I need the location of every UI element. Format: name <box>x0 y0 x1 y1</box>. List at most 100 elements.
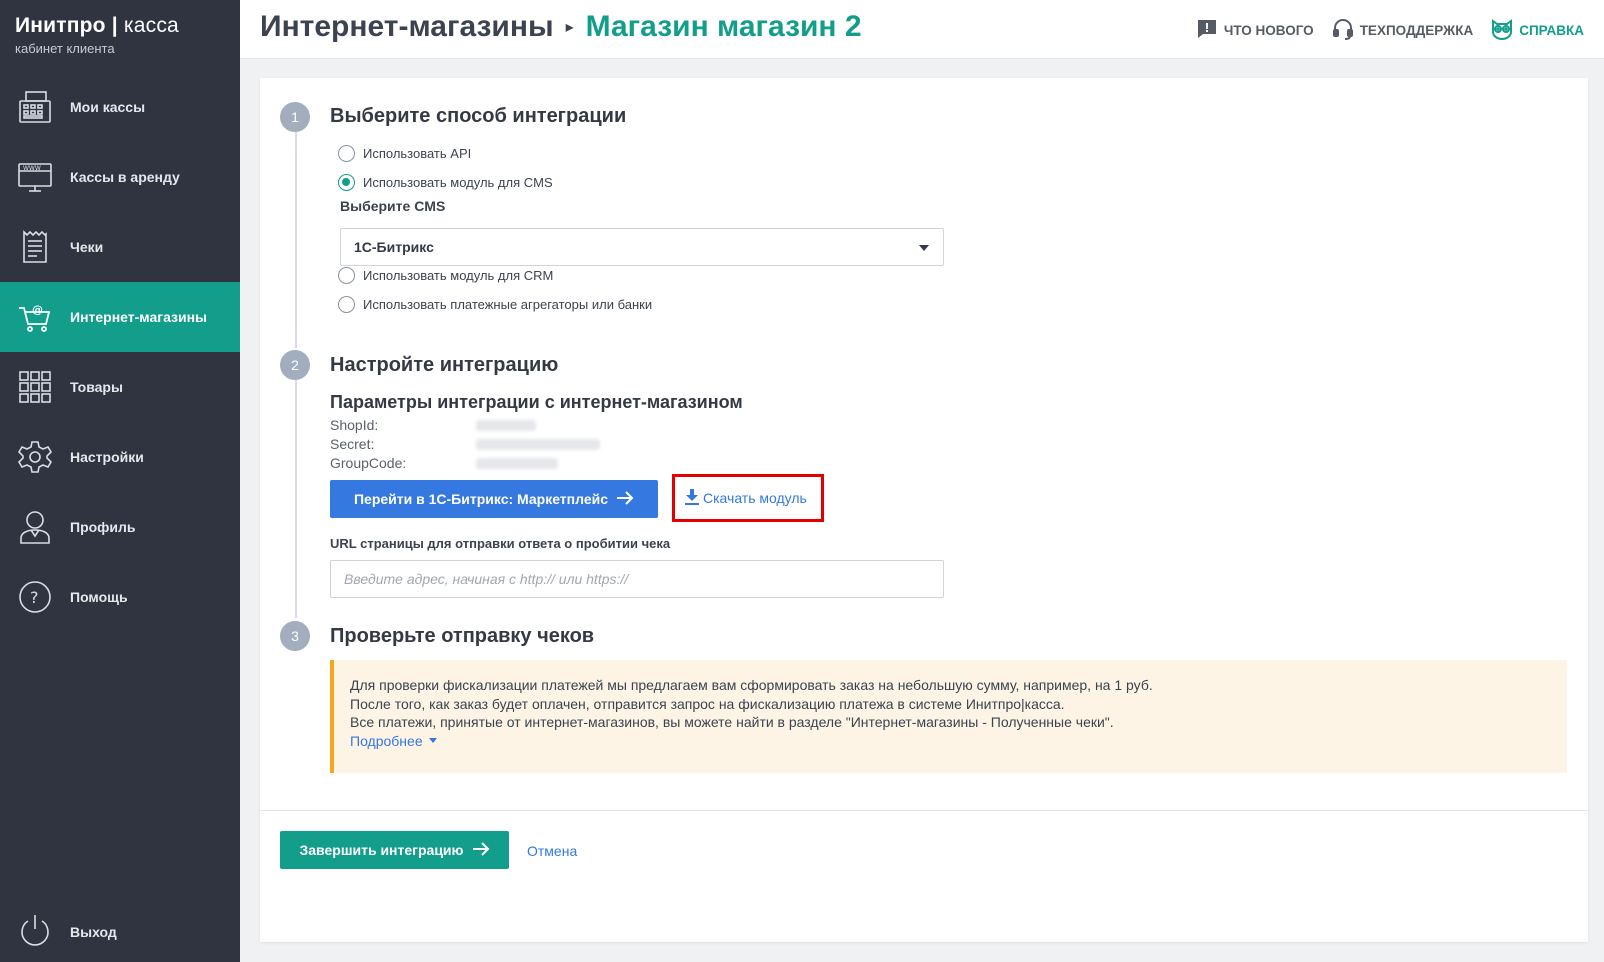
brand-logo[interactable]: Инитпро | касса кабинет клиента <box>15 14 179 56</box>
page-title: Магазин магазин 2 <box>585 10 862 43</box>
radio-button[interactable] <box>338 296 355 313</box>
sidebar-nav: Мои кассы WWW Кассы в аренду Чеки @ Инте… <box>0 72 240 632</box>
radio-button[interactable] <box>338 145 355 162</box>
radio-use-api[interactable]: Использовать API <box>338 145 471 162</box>
radio-button[interactable] <box>338 267 355 284</box>
sidebar-item-internet-shops[interactable]: @ Интернет-магазины <box>0 282 240 352</box>
sidebar-item-label: Профиль <box>70 519 136 535</box>
marketplace-button-label: Перейти в 1С-Битрикс: Маркетплейс <box>353 491 609 507</box>
user-icon <box>17 509 53 545</box>
sidebar-item-receipts[interactable]: Чеки <box>0 212 240 282</box>
headset-icon <box>1332 18 1354 43</box>
sidebar-item-label: Мои кассы <box>70 99 146 115</box>
fiscalization-notice: Для проверки фискализации платежей мы пр… <box>330 660 1567 773</box>
callback-url-placeholder: Введите адрес, начиная с http:// или htt… <box>344 571 629 587</box>
notice-line: После того, как заказ будет оплачен, отп… <box>350 695 1065 712</box>
step-1-number: 1 <box>280 102 310 132</box>
sidebar: Инитпро | касса кабинет клиента Мои касс… <box>0 0 240 962</box>
groupcode-label: GroupCode: <box>330 455 407 471</box>
step-3-number: 3 <box>280 621 310 651</box>
callback-url-input[interactable]: Введите адрес, начиная с http:// или htt… <box>330 560 944 598</box>
help-label: СПРАВКА <box>1519 23 1584 38</box>
breadcrumb: Интернет-магазины ▸ Магазин магазин 2 <box>260 10 862 44</box>
secret-label: Secret: <box>330 436 375 452</box>
sidebar-item-profile[interactable]: Профиль <box>0 492 240 562</box>
breadcrumb-separator-icon: ▸ <box>565 19 574 36</box>
radio-use-crm[interactable]: Использовать модуль для CRM <box>338 267 553 284</box>
sidebar-item-label: Настройки <box>70 449 144 465</box>
step-connector <box>295 380 297 618</box>
sidebar-item-label: Интернет-магазины <box>70 309 208 325</box>
sidebar-item-label: Товары <box>70 379 123 395</box>
announcement-icon <box>1196 18 1218 43</box>
cancel-link[interactable]: Отмена <box>527 843 577 859</box>
cash-register-icon <box>17 89 53 125</box>
more-details-link[interactable]: Подробнее <box>350 732 437 751</box>
arrow-right-icon <box>472 841 490 859</box>
step-2-number: 2 <box>280 350 310 380</box>
download-icon <box>685 488 699 508</box>
more-details-label: Подробнее <box>350 732 423 749</box>
cms-select-label: Выберите CMS <box>340 198 446 214</box>
sidebar-item-label: Кассы в аренду <box>70 169 180 185</box>
whats-new-label: ЧТО НОВОГО <box>1223 23 1314 38</box>
notice-line: Все платежи, принятые от интернет-магази… <box>350 714 1114 730</box>
svg-text:WWW: WWW <box>23 165 41 172</box>
svg-text:?: ? <box>30 588 39 607</box>
help-link[interactable]: СПРАВКА <box>1491 18 1584 43</box>
shopid-value-redacted <box>476 420 536 431</box>
radio-button-checked[interactable] <box>338 174 355 191</box>
radio-use-cms[interactable]: Использовать модуль для CMS <box>338 174 553 191</box>
cart-at-icon: @ <box>17 299 53 335</box>
svg-text:@: @ <box>32 303 43 316</box>
integration-params-title: Параметры интеграции с интернет-магазино… <box>330 392 743 412</box>
marketplace-button[interactable]: Перейти в 1С-Битрикс: Маркетплейс <box>330 480 658 518</box>
step-connector <box>295 132 297 348</box>
integration-card: 1 Выберите способ интеграции Использоват… <box>260 78 1588 942</box>
radio-label: Использовать модуль для CMS <box>363 175 553 190</box>
page-header: Интернет-магазины ▸ Магазин магазин 2 ЧТ… <box>240 0 1604 59</box>
www-monitor-icon: WWW <box>17 159 53 195</box>
radio-use-aggregators[interactable]: Использовать платежные агрегаторы или ба… <box>338 296 652 313</box>
sidebar-item-rent[interactable]: WWW Кассы в аренду <box>0 142 240 212</box>
sidebar-item-label: Помощь <box>70 589 128 605</box>
radio-label: Использовать API <box>363 146 472 161</box>
download-module-link[interactable]: Скачать модуль <box>672 474 824 522</box>
finish-integration-button[interactable]: Завершить интеграцию <box>280 831 509 869</box>
groupcode-value-redacted <box>476 458 558 469</box>
callback-url-label: URL страницы для отправки ответа о проби… <box>330 536 671 551</box>
help-icon: ? <box>17 579 53 615</box>
caret-down-icon <box>428 738 437 744</box>
top-links: ЧТО НОВОГО ТЕХПОДДЕРЖКА СПРАВКА <box>1196 18 1584 43</box>
brand-subtitle: кабинет клиента <box>15 41 115 56</box>
step-2-title: Настройте интеграцию <box>330 354 559 376</box>
radio-label: Использовать модуль для CRM <box>363 268 554 283</box>
support-label: ТЕХПОДДЕРЖКА <box>1359 23 1474 38</box>
sidebar-item-settings[interactable]: Настройки <box>0 422 240 492</box>
radio-label: Использовать платежные агрегаторы или ба… <box>363 297 653 312</box>
power-icon <box>17 912 53 953</box>
shopid-label: ShopId: <box>330 417 379 433</box>
breadcrumb-parent[interactable]: Интернет-магазины <box>260 10 554 44</box>
download-module-label: Скачать модуль <box>703 490 807 506</box>
chevron-down-icon <box>919 245 929 251</box>
sidebar-item-help[interactable]: ? Помощь <box>0 562 240 632</box>
sidebar-item-my-kassy[interactable]: Мои кассы <box>0 72 240 142</box>
sidebar-item-goods[interactable]: Товары <box>0 352 240 422</box>
logout-label: Выход <box>70 924 117 940</box>
sidebar-item-label: Чеки <box>70 239 104 255</box>
cms-select-value: 1С-Битрикс <box>354 239 434 255</box>
step-3-title: Проверьте отправку чеков <box>330 625 595 647</box>
support-link[interactable]: ТЕХПОДДЕРЖКА <box>1332 18 1474 43</box>
cms-select[interactable]: 1С-Битрикс <box>340 228 944 266</box>
receipt-icon <box>17 229 53 265</box>
notice-line: Для проверки фискализации платежей мы пр… <box>350 677 1153 693</box>
secret-value-redacted <box>476 439 600 450</box>
step-1-title: Выберите способ интеграции <box>330 105 627 127</box>
finish-integration-label: Завершить интеграцию <box>299 842 464 858</box>
gear-icon <box>17 439 53 475</box>
owl-icon <box>1491 18 1513 43</box>
whats-new-link[interactable]: ЧТО НОВОГО <box>1196 18 1314 43</box>
logout-button[interactable]: Выход <box>0 897 240 962</box>
brand-name: Инитпро | касса <box>15 14 179 37</box>
